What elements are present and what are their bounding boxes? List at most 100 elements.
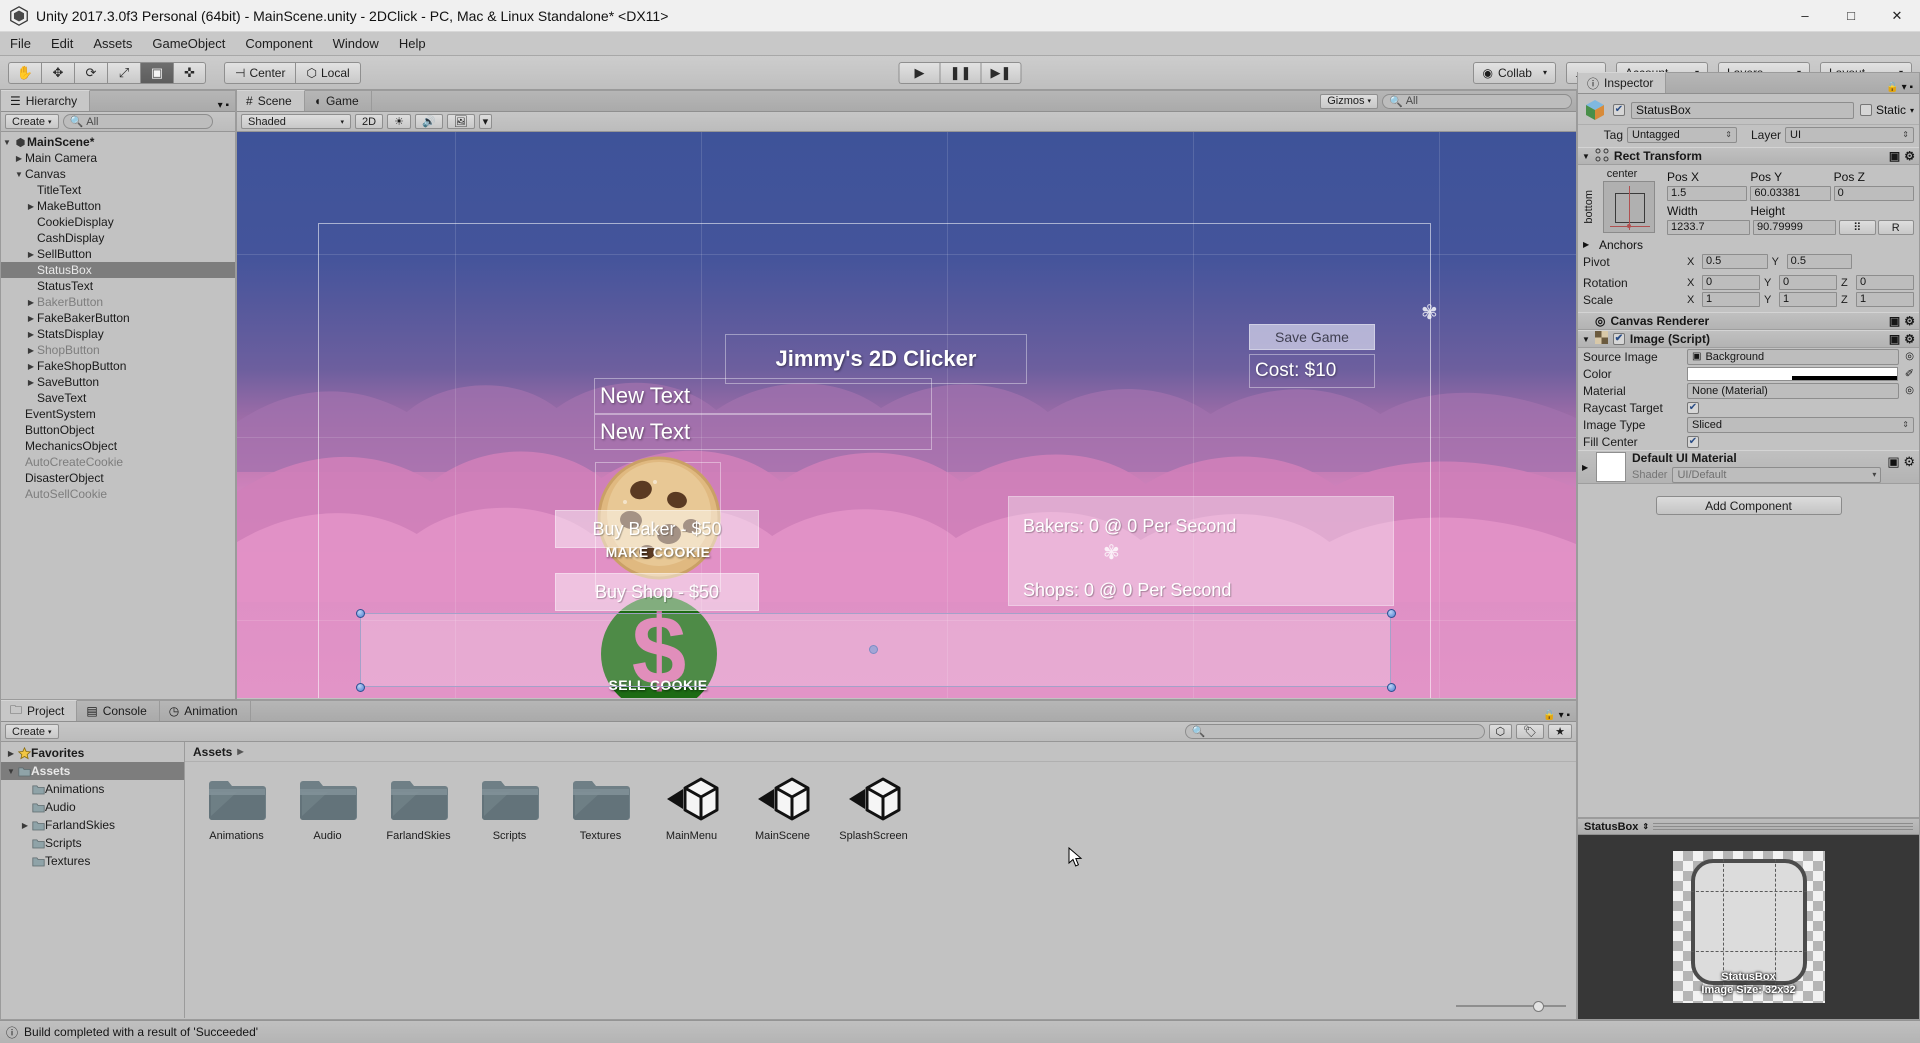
- chevron-right-icon[interactable]: ▶: [25, 202, 37, 211]
- material-field[interactable]: None (Material): [1687, 382, 1900, 399]
- chevron-down-icon[interactable]: ▼: [13, 170, 25, 179]
- audio-toggle-icon[interactable]: 🔊: [414, 114, 443, 129]
- close-button[interactable]: ✕: [1874, 0, 1920, 32]
- hierarchy-item-main camera[interactable]: ▶ Main Camera: [1, 150, 235, 166]
- pos-z-input[interactable]: 0: [1833, 186, 1914, 201]
- project-tree-item-scripts[interactable]: Scripts: [1, 834, 184, 852]
- hierarchy-tree[interactable]: ▼ MainScene* ▶ Main Camera ▼ Canvas TitleTex…: [1, 132, 235, 698]
- help-icon[interactable]: ▣: [1887, 454, 1899, 469]
- rect-transform-header[interactable]: ▼ Rect Transform ▣ ⚙: [1578, 147, 1919, 165]
- pivot-handle[interactable]: [869, 645, 878, 654]
- pos-x-input[interactable]: 1.5: [1667, 186, 1748, 201]
- space-mode-button[interactable]: ⬡ Local: [295, 61, 361, 84]
- tab-hierarchy[interactable]: ☰ Hierarchy: [1, 90, 91, 111]
- menu-edit[interactable]: Edit: [41, 32, 83, 56]
- project-tree-item-farlandskies[interactable]: ▶ FarlandSkies: [1, 816, 184, 834]
- menu-gameobject[interactable]: GameObject: [142, 32, 235, 56]
- hierarchy-item-disasterobject[interactable]: DisasterObject: [1, 470, 235, 486]
- collab-button[interactable]: ◉ Collab ▾: [1473, 61, 1556, 84]
- tab-scene[interactable]: # Scene: [237, 90, 305, 111]
- play-button[interactable]: ▶: [898, 61, 940, 84]
- hierarchy-create-button[interactable]: Create ▾: [5, 114, 59, 129]
- help-icon[interactable]: ▣: [1889, 332, 1900, 346]
- asset-item-scripts[interactable]: Scripts: [468, 776, 551, 842]
- raw-edit-button[interactable]: R: [1877, 220, 1914, 235]
- chevron-updown-icon[interactable]: ⇕: [1642, 822, 1649, 831]
- project-tree-item-audio[interactable]: Audio: [1, 798, 184, 816]
- hierarchy-item-cookiedisplay[interactable]: CookieDisplay: [1, 214, 235, 230]
- hierarchy-item-autocreatecookie[interactable]: AutoCreateCookie: [1, 454, 235, 470]
- image-script-header[interactable]: ▼ Image (Script) ▣ ⚙: [1578, 330, 1919, 348]
- chevron-icon[interactable]: ▶: [19, 821, 31, 830]
- fx-toggle-icon[interactable]: 🖼: [446, 114, 475, 129]
- breadcrumb-assets[interactable]: Assets: [193, 745, 232, 759]
- tab-inspector[interactable]: ⓘ Inspector: [1578, 72, 1667, 93]
- asset-item-audio[interactable]: Audio: [286, 776, 369, 842]
- pivot-y-input[interactable]: 0.5: [1786, 254, 1853, 269]
- chevron-right-icon[interactable]: ▶: [25, 330, 37, 339]
- color-swatch[interactable]: [1687, 366, 1898, 381]
- chevron-right-icon[interactable]: ▶: [13, 154, 25, 163]
- filter-type-icon[interactable]: ⬡: [1488, 724, 1513, 739]
- help-icon[interactable]: ▣: [1889, 314, 1900, 328]
- project-tree-item-textures[interactable]: Textures: [1, 852, 184, 870]
- raycast-target-checkbox[interactable]: [1687, 401, 1699, 414]
- chevron-down-icon[interactable]: ▼: [1582, 152, 1590, 161]
- preview-drag-lines[interactable]: [1653, 823, 1913, 831]
- chevron-right-icon[interactable]: ▶: [25, 298, 37, 307]
- scale-y-input[interactable]: 1: [1779, 292, 1837, 307]
- buy-shop-button[interactable]: Buy Shop - $50: [555, 573, 759, 611]
- height-input[interactable]: 90.79999: [1753, 220, 1836, 235]
- tab-project[interactable]: 🗀 Project: [1, 700, 78, 721]
- anchor-preset-widget[interactable]: center bottom: [1583, 168, 1661, 236]
- draw-mode-dropdown[interactable]: Shaded ▾: [241, 114, 351, 129]
- rotation-x-input[interactable]: 0: [1702, 275, 1760, 290]
- hierarchy-item-autosellcookie[interactable]: AutoSellCookie: [1, 486, 235, 502]
- static-checkbox[interactable]: [1859, 104, 1872, 116]
- anchor-preset-diagram[interactable]: [1603, 181, 1655, 233]
- project-create-button[interactable]: Create ▾: [5, 724, 59, 739]
- hierarchy-item-makebutton[interactable]: ▶ MakeButton: [1, 198, 235, 214]
- asset-item-farlandskies[interactable]: FarlandSkies: [377, 776, 460, 842]
- move-tool-icon[interactable]: ✥: [41, 61, 74, 84]
- pause-button[interactable]: ❚❚: [939, 61, 981, 84]
- hierarchy-root-row[interactable]: ▼ MainScene*: [1, 134, 235, 150]
- scale-tool-icon[interactable]: ⤢: [107, 61, 140, 84]
- selection-handle-tr[interactable]: [1387, 609, 1396, 618]
- menu-window[interactable]: Window: [323, 32, 389, 56]
- menu-component[interactable]: Component: [235, 32, 322, 56]
- hierarchy-item-statustext[interactable]: StatusText: [1, 278, 235, 294]
- asset-item-mainmenu[interactable]: MainMenu: [650, 776, 733, 842]
- save-game-button[interactable]: Save Game: [1249, 324, 1375, 350]
- hierarchy-item-eventsystem[interactable]: EventSystem: [1, 406, 235, 422]
- tab-console[interactable]: ▤ Console: [77, 700, 160, 721]
- chevron-down-icon[interactable]: ▼: [1582, 335, 1590, 344]
- hierarchy-item-statusbox[interactable]: StatusBox: [1, 262, 235, 278]
- lighting-toggle-icon[interactable]: ☀: [387, 114, 411, 129]
- toggle-2d-button[interactable]: 2D: [355, 114, 384, 129]
- layer-dropdown[interactable]: UI ⇕: [1785, 127, 1914, 143]
- hand-tool-icon[interactable]: ✋: [8, 61, 41, 84]
- fill-center-checkbox[interactable]: [1687, 435, 1699, 448]
- maximize-button[interactable]: □: [1828, 0, 1874, 32]
- pivot-x-input[interactable]: 0.5: [1702, 254, 1768, 269]
- static-toggle[interactable]: Static ▾: [1859, 103, 1914, 117]
- rotation-y-input[interactable]: 0: [1779, 275, 1837, 290]
- hierarchy-item-buttonobject[interactable]: ButtonObject: [1, 422, 235, 438]
- scene-search-input[interactable]: 🔍 All: [1382, 93, 1572, 109]
- favorite-star-icon[interactable]: ★: [1548, 724, 1572, 739]
- hierarchy-item-mechanicsobject[interactable]: MechanicsObject: [1, 438, 235, 454]
- object-picker-icon[interactable]: ◎: [1905, 351, 1914, 362]
- asset-item-textures[interactable]: Textures: [559, 776, 642, 842]
- scale-z-input[interactable]: 1: [1856, 292, 1914, 307]
- material-component-header[interactable]: ▶ Default UI Material Shader UI/Default …: [1578, 450, 1919, 484]
- project-folder-tree[interactable]: ▶ Favorites ▼ Assets Animations Audio ▶ Farland…: [1, 742, 185, 1018]
- fx-dropdown-icon[interactable]: ▾: [478, 114, 493, 129]
- project-tree-item-favorites[interactable]: ▶ Favorites: [1, 744, 184, 762]
- scale-x-input[interactable]: 1: [1702, 292, 1760, 307]
- project-panel-menu-icon[interactable]: 🔒 ▾ ▪: [1543, 710, 1576, 721]
- hierarchy-item-savetext[interactable]: SaveText: [1, 390, 235, 406]
- filter-label-icon[interactable]: 🏷: [1516, 724, 1545, 739]
- asset-size-slider[interactable]: [1456, 1000, 1566, 1012]
- project-tree-item-assets[interactable]: ▼ Assets: [1, 762, 184, 780]
